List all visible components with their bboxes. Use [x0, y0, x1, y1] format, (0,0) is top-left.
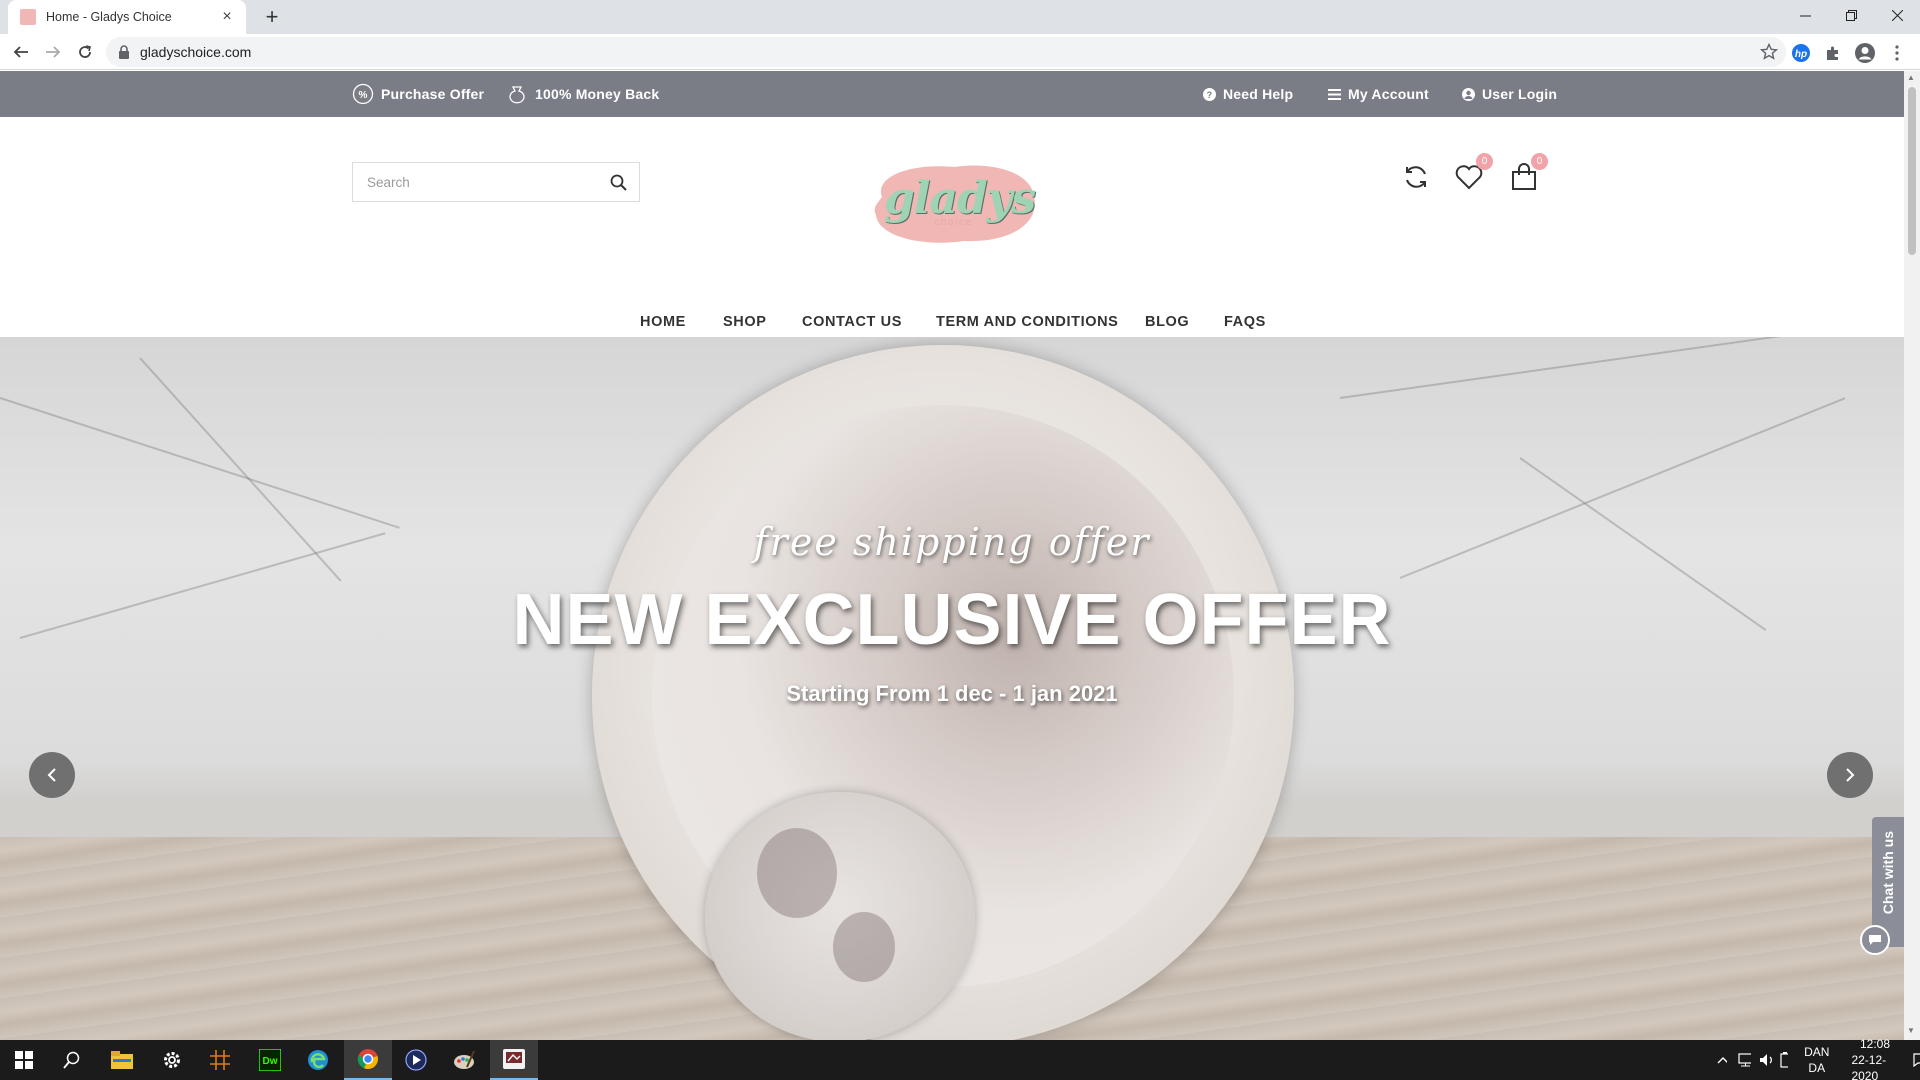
back-icon[interactable] [7, 38, 35, 66]
edge-browser-icon[interactable] [294, 1040, 342, 1080]
dreamweaver-icon[interactable]: Dw [246, 1040, 294, 1080]
restore-window-icon[interactable] [1828, 0, 1874, 30]
hero-script-text: free shipping offer [753, 520, 1151, 564]
extensions-puzzle-icon[interactable] [1820, 40, 1846, 66]
taskbar-search-icon[interactable] [48, 1040, 96, 1080]
page-scrollbar[interactable]: ▲ ▼ [1904, 71, 1920, 1040]
minimize-window-icon[interactable] [1782, 0, 1828, 30]
clock[interactable]: 12:08 22-12-2020 [1851, 1036, 1898, 1080]
grid-app-icon[interactable] [196, 1040, 244, 1080]
main-navigation: HOME SHOP CONTACT US TERM AND CONDITIONS… [0, 117, 1904, 331]
browser-menu-icon[interactable] [1884, 40, 1910, 66]
forward-icon[interactable] [39, 38, 67, 66]
browser-tab[interactable]: Home - Gladys Choice × [8, 0, 246, 34]
hero-slider: free shipping offer NEW EXCLUSIVE OFFER … [0, 337, 1904, 1040]
scroll-down-arrow-icon[interactable]: ▼ [1907, 1026, 1915, 1035]
user-circle-icon [1462, 87, 1475, 101]
clock-date: 22-12-2020 [1851, 1053, 1887, 1080]
list-icon [1328, 88, 1341, 100]
need-help-label: Need Help [1223, 86, 1294, 102]
discount-badge-icon: % [352, 83, 374, 105]
my-account-label: My Account [1348, 86, 1429, 102]
url-text: gladyschoice.com [140, 44, 252, 60]
screenshot-app-icon[interactable] [490, 1040, 538, 1080]
nav-item-term-and-conditions[interactable]: TERM AND CONDITIONS [936, 314, 1118, 330]
windows-start-icon[interactable] [0, 1040, 48, 1080]
language-indicator[interactable]: DAN DA [1804, 1044, 1829, 1076]
clock-time: 12:08 [1860, 1037, 1891, 1051]
bowl-spot [833, 912, 895, 982]
profile-avatar-icon[interactable] [1852, 40, 1878, 66]
money-bag-icon [509, 86, 525, 104]
svg-text:hp: hp [1795, 49, 1807, 60]
reload-icon[interactable] [71, 38, 99, 66]
lock-icon [119, 45, 129, 59]
nav-item-shop[interactable]: SHOP [723, 314, 767, 330]
user-login-link[interactable]: User Login [1462, 71, 1557, 117]
hp-extension-icon[interactable]: hp [1788, 40, 1814, 66]
money-back-label: 100% Money Back [535, 86, 660, 102]
browser-tabstrip: Home - Gladys Choice × + [0, 0, 1920, 34]
windows-taskbar: Dw DAN DA 12:08 22-12-2020 [0, 1037, 1920, 1080]
media-player-icon[interactable] [392, 1040, 440, 1080]
show-hidden-icons-icon[interactable] [1716, 1055, 1727, 1065]
marble-texture [1339, 337, 1856, 399]
settings-gear-icon[interactable] [148, 1040, 196, 1080]
site-favicon-icon [20, 9, 36, 25]
slider-prev-button[interactable] [29, 752, 75, 798]
user-login-label: User Login [1482, 86, 1558, 102]
purchase-offer-label: Purchase Offer [381, 86, 485, 102]
hero-title: NEW EXCLUSIVE OFFER [512, 580, 1392, 660]
svg-text:?: ? [1207, 90, 1213, 100]
slider-next-button[interactable] [1827, 752, 1873, 798]
site-header: gladys choice 0 0 HOME SHOP CONTACT US T… [0, 117, 1904, 331]
tab-title: Home - Gladys Choice [46, 10, 172, 24]
volume-icon[interactable] [1759, 1053, 1773, 1067]
close-tab-icon[interactable]: × [218, 8, 236, 26]
browser-toolbar: gladyschoice.com hp [0, 34, 1920, 70]
network-icon[interactable] [1737, 1053, 1751, 1067]
battery-icon[interactable] [1780, 1052, 1789, 1068]
nav-item-home[interactable]: HOME [640, 314, 686, 330]
chat-label: Chat with us [1880, 831, 1896, 915]
my-account-link[interactable]: My Account [1328, 71, 1429, 117]
help-circle-icon: ? [1203, 87, 1216, 101]
address-bar[interactable]: gladyschoice.com [106, 37, 1786, 67]
chrome-browser-icon[interactable] [344, 1040, 392, 1080]
language-code: DAN [1804, 1045, 1830, 1059]
nav-item-faqs[interactable]: FAQS [1224, 314, 1266, 330]
top-info-bar: % Purchase Offer 100% Money Back ? Need … [0, 71, 1904, 117]
file-explorer-icon[interactable] [98, 1040, 146, 1080]
marble-texture [0, 397, 400, 529]
need-help-link[interactable]: ? Need Help [1203, 71, 1293, 117]
svg-text:Dw: Dw [263, 1056, 278, 1067]
notifications-icon[interactable] [1913, 1053, 1920, 1067]
page-viewport: % Purchase Offer 100% Money Back ? Need … [0, 71, 1904, 1040]
new-tab-button[interactable]: + [258, 3, 286, 31]
money-back[interactable]: 100% Money Back [506, 71, 659, 117]
scroll-up-arrow-icon[interactable]: ▲ [1907, 73, 1915, 82]
chevron-left-icon [47, 768, 56, 782]
close-window-icon[interactable] [1874, 0, 1920, 30]
scrollbar-thumb[interactable] [1908, 87, 1916, 255]
paint-app-icon[interactable] [440, 1040, 488, 1080]
chevron-right-icon [1846, 768, 1855, 782]
chat-bubble-icon[interactable] [1860, 925, 1890, 955]
keyboard-layout: DA [1808, 1061, 1826, 1075]
nav-item-blog[interactable]: BLOG [1145, 314, 1189, 330]
system-tray: DAN DA 12:08 22-12-2020 [1716, 1037, 1920, 1080]
hero-bowl-image [705, 792, 975, 1040]
hero-subtitle: Starting From 1 dec - 1 jan 2021 [786, 681, 1118, 706]
bowl-spot [757, 828, 837, 918]
svg-text:%: % [358, 90, 367, 101]
nav-item-contact-us[interactable]: CONTACT US [802, 314, 902, 330]
purchase-offer[interactable]: % Purchase Offer [352, 71, 484, 117]
bookmark-star-icon[interactable] [1760, 43, 1778, 61]
